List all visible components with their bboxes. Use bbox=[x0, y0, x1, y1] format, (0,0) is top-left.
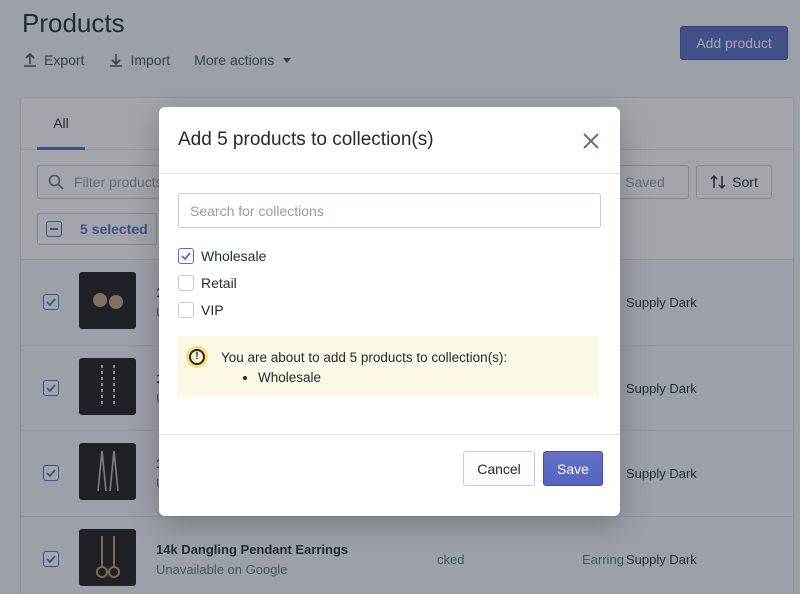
add-to-collection-modal: Add 5 products to collection(s) Wholesal… bbox=[159, 107, 620, 516]
warning-banner: ! You are about to add 5 products to col… bbox=[177, 336, 599, 397]
modal-header: Add 5 products to collection(s) bbox=[159, 107, 620, 174]
wholesale-checkbox[interactable] bbox=[178, 248, 194, 264]
vip-label: VIP bbox=[201, 302, 224, 318]
vip-checkbox[interactable] bbox=[178, 302, 194, 318]
collection-option-vip[interactable]: VIP bbox=[178, 301, 224, 319]
modal-title: Add 5 products to collection(s) bbox=[178, 129, 434, 150]
retail-checkbox[interactable] bbox=[178, 275, 194, 291]
close-button[interactable] bbox=[579, 129, 603, 153]
collection-option-retail[interactable]: Retail bbox=[178, 274, 237, 292]
warning-icon: ! bbox=[186, 346, 208, 368]
close-icon bbox=[583, 133, 599, 149]
retail-label: Retail bbox=[201, 275, 237, 291]
save-button[interactable]: Save bbox=[543, 451, 603, 486]
wholesale-label: Wholesale bbox=[201, 248, 267, 264]
check-icon bbox=[181, 252, 191, 261]
cancel-button[interactable]: Cancel bbox=[463, 451, 535, 486]
modal-footer: Cancel Save bbox=[159, 434, 620, 516]
banner-list: Wholesale bbox=[240, 370, 321, 385]
banner-list-item: Wholesale bbox=[258, 370, 321, 385]
banner-message: You are about to add 5 products to colle… bbox=[221, 350, 508, 365]
collection-option-wholesale[interactable]: Wholesale bbox=[178, 247, 266, 265]
collection-search-input[interactable] bbox=[178, 193, 601, 228]
